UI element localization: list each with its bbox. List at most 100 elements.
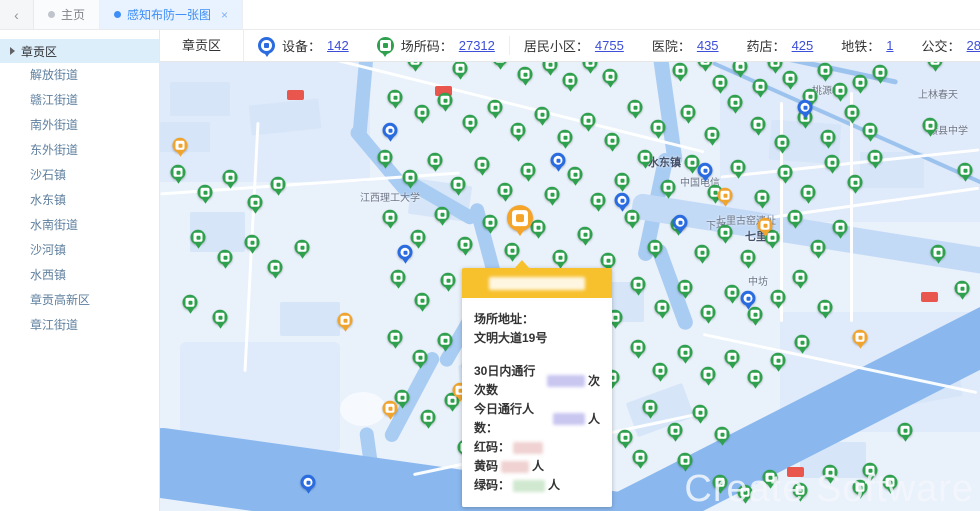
- place-code-pin[interactable]: [223, 170, 238, 185]
- place-code-pin[interactable]: [648, 240, 663, 255]
- place-code-pin[interactable]: [638, 150, 653, 165]
- sidebar-item-street[interactable]: 水东镇: [0, 188, 159, 213]
- place-code-pin[interactable]: [853, 480, 868, 495]
- place-code-pin[interactable]: [695, 245, 710, 260]
- place-code-pin[interactable]: [421, 410, 436, 425]
- place-code-pin[interactable]: [668, 423, 683, 438]
- place-code-pin[interactable]: [701, 305, 716, 320]
- place-code-pin[interactable]: [958, 163, 973, 178]
- place-code-pin[interactable]: [413, 350, 428, 365]
- place-code-pin[interactable]: [545, 187, 560, 202]
- device-pin[interactable]: [673, 215, 688, 230]
- place-code-pin[interactable]: [775, 135, 790, 150]
- alert-pin[interactable]: [853, 330, 868, 345]
- sidebar-item-street[interactable]: 赣江街道: [0, 88, 159, 113]
- place-code-pin[interactable]: [728, 95, 743, 110]
- place-code-pin[interactable]: [411, 230, 426, 245]
- place-code-pin[interactable]: [493, 62, 508, 66]
- place-code-pin[interactable]: [438, 333, 453, 348]
- place-code-pin[interactable]: [578, 227, 593, 242]
- place-code-pin[interactable]: [435, 207, 450, 222]
- place-code-pin[interactable]: [631, 340, 646, 355]
- place-code-pin[interactable]: [713, 75, 728, 90]
- place-code-pin[interactable]: [715, 427, 730, 442]
- place-code-pin[interactable]: [643, 400, 658, 415]
- device-pin[interactable]: [551, 153, 566, 168]
- alert-pin[interactable]: [758, 218, 773, 233]
- place-code-pin[interactable]: [451, 177, 466, 192]
- place-code-pin[interactable]: [821, 130, 836, 145]
- sidebar-item-street[interactable]: 沙石镇: [0, 163, 159, 188]
- place-code-pin[interactable]: [483, 215, 498, 230]
- place-code-pin[interactable]: [868, 150, 883, 165]
- place-code-pin[interactable]: [673, 63, 688, 78]
- place-code-pin[interactable]: [725, 350, 740, 365]
- place-code-pin[interactable]: [591, 193, 606, 208]
- device-pin[interactable]: [301, 475, 316, 490]
- place-code-pin[interactable]: [171, 165, 186, 180]
- stat-value[interactable]: 435: [697, 38, 719, 53]
- place-code-pin[interactable]: [811, 240, 826, 255]
- sidebar-item-street[interactable]: 南外街道: [0, 113, 159, 138]
- place-code-pin[interactable]: [531, 220, 546, 235]
- place-code-pin[interactable]: [681, 105, 696, 120]
- map-canvas[interactable]: 场所地址： 文明大道19号 30日内通行次数 次 今日通行人数： 人 红码：: [160, 62, 980, 511]
- place-code-pin[interactable]: [705, 127, 720, 142]
- device-pin[interactable]: [798, 100, 813, 115]
- place-code-pin[interactable]: [521, 163, 536, 178]
- place-code-pin[interactable]: [818, 63, 833, 78]
- place-code-pin[interactable]: [453, 62, 468, 76]
- place-code-pin[interactable]: [653, 363, 668, 378]
- sidebar-item-street[interactable]: 章贡高新区: [0, 288, 159, 313]
- alert-pin[interactable]: [173, 138, 188, 153]
- place-code-pin[interactable]: [863, 463, 878, 478]
- place-code-pin[interactable]: [605, 133, 620, 148]
- place-code-pin[interactable]: [395, 390, 410, 405]
- place-code-pin[interactable]: [198, 185, 213, 200]
- place-code-pin[interactable]: [391, 270, 406, 285]
- device-pin[interactable]: [615, 193, 630, 208]
- place-code-pin[interactable]: [625, 210, 640, 225]
- place-code-pin[interactable]: [818, 300, 833, 315]
- place-code-pin[interactable]: [408, 62, 423, 68]
- place-code-pin[interactable]: [771, 353, 786, 368]
- place-code-pin[interactable]: [511, 123, 526, 138]
- place-code-pin[interactable]: [853, 75, 868, 90]
- place-code-pin[interactable]: [793, 270, 808, 285]
- place-code-pin[interactable]: [793, 483, 808, 498]
- place-code-pin[interactable]: [415, 293, 430, 308]
- place-code-pin[interactable]: [701, 367, 716, 382]
- device-pin[interactable]: [383, 123, 398, 138]
- place-code-pin[interactable]: [498, 183, 513, 198]
- place-code-pin[interactable]: [218, 250, 233, 265]
- place-code-pin[interactable]: [518, 67, 533, 82]
- place-code-pin[interactable]: [558, 130, 573, 145]
- place-code-pin[interactable]: [388, 330, 403, 345]
- place-code-pin[interactable]: [748, 370, 763, 385]
- place-code-pin[interactable]: [725, 285, 740, 300]
- place-code-pin[interactable]: [751, 117, 766, 132]
- place-code-pin[interactable]: [438, 93, 453, 108]
- tab-defense-map[interactable]: 感知布防一张图 ×: [100, 0, 243, 29]
- back-chevron-icon[interactable]: ‹: [0, 0, 34, 29]
- place-code-pin[interactable]: [763, 470, 778, 485]
- selected-place-pin[interactable]: [507, 205, 533, 231]
- tab-close-icon[interactable]: ×: [221, 8, 228, 22]
- place-code-pin[interactable]: [678, 453, 693, 468]
- place-code-pin[interactable]: [378, 150, 393, 165]
- place-code-pin[interactable]: [755, 190, 770, 205]
- place-code-pin[interactable]: [268, 260, 283, 275]
- place-code-pin[interactable]: [601, 253, 616, 268]
- stat-placecodes-value[interactable]: 27312: [459, 38, 495, 53]
- place-code-pin[interactable]: [788, 210, 803, 225]
- place-code-pin[interactable]: [213, 310, 228, 325]
- place-code-pin[interactable]: [183, 295, 198, 310]
- place-code-pin[interactable]: [553, 250, 568, 265]
- place-code-pin[interactable]: [923, 118, 938, 133]
- place-code-pin[interactable]: [245, 235, 260, 250]
- place-code-pin[interactable]: [713, 475, 728, 490]
- place-code-pin[interactable]: [833, 83, 848, 98]
- place-code-pin[interactable]: [628, 100, 643, 115]
- place-code-pin[interactable]: [295, 240, 310, 255]
- place-code-pin[interactable]: [718, 225, 733, 240]
